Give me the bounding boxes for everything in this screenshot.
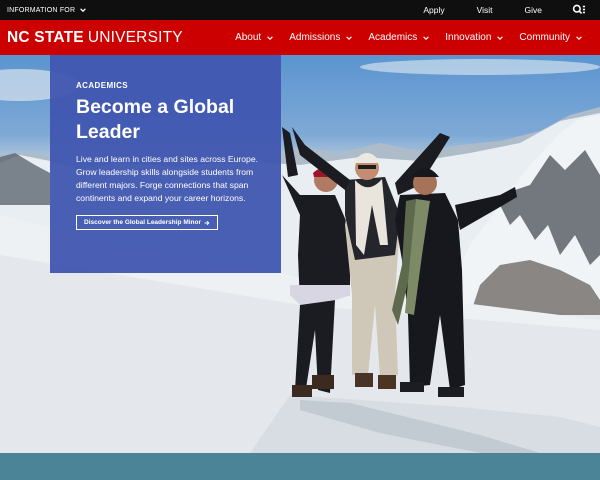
nav-admissions[interactable]: Admissions xyxy=(289,32,353,43)
hero-section: ACADEMICS Become a Global Leader Live an… xyxy=(0,55,600,453)
nav-about-label: About xyxy=(235,32,262,43)
nav-innovation-label: Innovation xyxy=(445,32,492,43)
apply-link[interactable]: Apply xyxy=(423,5,444,15)
nav-community[interactable]: Community xyxy=(519,32,583,43)
hero-description: Live and learn in cities and sites acros… xyxy=(76,154,259,204)
search-menu-icon[interactable] xyxy=(572,4,586,16)
hero-panel: ACADEMICS Become a Global Leader Live an… xyxy=(50,55,281,273)
chevron-down-icon xyxy=(346,35,353,40)
cta-label: Discover the Global Leadership Minor xyxy=(84,219,202,227)
give-link[interactable]: Give xyxy=(525,5,542,15)
visit-link[interactable]: Visit xyxy=(477,5,493,15)
global-leadership-minor-button[interactable]: Discover the Global Leadership Minor xyxy=(76,215,219,231)
hero-title: Become a Global Leader xyxy=(76,95,281,145)
chevron-down-icon xyxy=(576,35,582,40)
next-section-band xyxy=(0,453,600,480)
hero-title-line1: Become a Global xyxy=(76,96,235,118)
nav-academics[interactable]: Academics xyxy=(368,32,430,43)
chevron-down-icon xyxy=(423,35,430,40)
brand-bar: NC STATE UNIVERSITY About Admissions Aca… xyxy=(0,20,600,55)
chevron-down-icon xyxy=(497,35,504,40)
logo-light-text: UNIVERSITY xyxy=(87,28,183,46)
nav-academics-label: Academics xyxy=(368,32,418,43)
chevron-down-icon xyxy=(267,35,274,40)
chevron-down-icon xyxy=(80,8,87,13)
information-for-label: INFORMATION FOR xyxy=(7,6,76,14)
hero-title-line2: Leader xyxy=(76,121,140,143)
nc-state-logo[interactable]: NC STATE UNIVERSITY xyxy=(7,20,183,55)
arrow-right-icon xyxy=(204,220,210,226)
nav-innovation[interactable]: Innovation xyxy=(445,32,504,43)
utility-links: Apply Visit Give xyxy=(423,0,586,20)
nav-community-label: Community xyxy=(519,32,570,43)
utility-bar: INFORMATION FOR Apply Visit Give xyxy=(0,0,600,20)
main-nav: About Admissions Academics Innovation Co… xyxy=(235,20,583,55)
nav-about[interactable]: About xyxy=(235,32,274,43)
hero-eyebrow: ACADEMICS xyxy=(76,81,129,90)
information-for-menu[interactable]: INFORMATION FOR xyxy=(7,0,87,20)
nav-admissions-label: Admissions xyxy=(289,32,341,43)
logo-bold-text: NC STATE xyxy=(7,28,84,46)
